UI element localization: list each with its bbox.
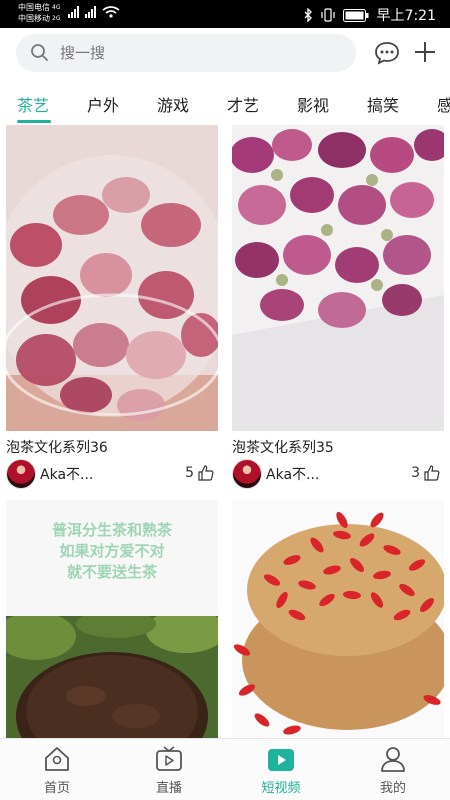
category-tabs: 茶艺 户外 游戏 才艺 影视 搞笑 感 [0, 86, 450, 124]
video-thumbnail[interactable]: 普洱分生茶和熟茶 如果对方爱不对 就不要送生茶 [6, 500, 218, 738]
carrier-info: 中国电信 4G 中国移动 2G [18, 2, 60, 24]
active-tab-indicator [17, 120, 51, 123]
video-card[interactable]: 普洱分生茶和熟茶 如果对方爱不对 就不要送生茶 [6, 500, 218, 738]
carrier-2: 中国移动 [18, 14, 50, 23]
status-bar: 中国电信 4G 中国移动 2G 早上7:21 [0, 0, 450, 28]
tab-outdoor[interactable]: 户外 [87, 92, 119, 116]
carrier-1-network: 4G [52, 4, 61, 11]
carrier-1: 中国电信 [18, 3, 50, 12]
nav-label: 短视频 [261, 781, 301, 796]
nav-label: 直播 [155, 781, 182, 796]
bluetooth-icon [304, 8, 312, 22]
tab-comedy[interactable]: 搞笑 [367, 92, 399, 116]
thumbs-up-icon[interactable] [424, 465, 440, 481]
video-thumbnail[interactable] [232, 125, 444, 431]
video-thumbnail[interactable] [6, 125, 218, 431]
person-icon [381, 747, 405, 772]
like-count[interactable]: 3 [411, 465, 440, 481]
author[interactable]: Aka不... [6, 459, 93, 489]
search-icon [31, 44, 48, 61]
nav-short-video[interactable]: 短视频 [236, 739, 326, 800]
video-card[interactable]: 泡茶文化系列35 Aka不... 3 [232, 125, 444, 490]
tab-tea-art[interactable]: 茶艺 [17, 92, 49, 116]
vibrate-icon [320, 8, 335, 22]
avatar[interactable] [232, 459, 262, 489]
signal-bars-icon [85, 6, 96, 18]
signal-group [68, 6, 120, 18]
clock: 早上7:21 [376, 8, 436, 24]
nav-live[interactable]: 直播 [124, 739, 214, 800]
play-icon [268, 749, 294, 771]
tv-icon [156, 746, 182, 771]
tab-partial[interactable]: 感 [437, 92, 450, 116]
nav-label: 我的 [379, 781, 406, 796]
wifi-icon [102, 6, 120, 18]
tab-film[interactable]: 影视 [297, 92, 329, 116]
dried-rosebuds-image [232, 125, 444, 431]
thumbs-up-icon[interactable] [198, 465, 214, 481]
nav-label: 首页 [43, 781, 70, 796]
carrier-2-network: 2G [52, 15, 61, 22]
author[interactable]: Aka不... [232, 459, 319, 489]
video-thumbnail[interactable] [232, 500, 444, 738]
like-count[interactable]: 5 [185, 465, 214, 481]
home-icon [45, 747, 69, 771]
pu-erh-tea-cake-image [6, 616, 218, 738]
tab-games[interactable]: 游戏 [157, 92, 189, 116]
message-icon[interactable] [374, 41, 400, 65]
search-input[interactable] [60, 34, 340, 72]
bottom-navigation: 首页 直播 短视频 我的 [0, 738, 450, 800]
signal-bars-icon [68, 6, 79, 18]
goji-berries-image [232, 500, 444, 738]
battery-icon [342, 8, 369, 22]
caption-line-2: 如果对方爱不对 [59, 542, 165, 560]
thumbnail-caption: 普洱分生茶和熟茶 如果对方爱不对 就不要送生茶 [6, 520, 218, 583]
author-name[interactable]: Aka不... [40, 464, 93, 484]
search-bar[interactable] [16, 34, 356, 72]
add-icon[interactable] [413, 40, 437, 64]
nav-profile[interactable]: 我的 [348, 739, 438, 800]
like-number: 5 [185, 465, 194, 481]
author-name[interactable]: Aka不... [266, 464, 319, 484]
avatar[interactable] [6, 459, 36, 489]
video-card[interactable] [232, 500, 444, 738]
nav-home[interactable]: 首页 [12, 739, 102, 800]
caption-line-3: 就不要送生茶 [66, 563, 157, 581]
caption-line-1: 普洱分生茶和熟茶 [51, 521, 172, 539]
tab-talent[interactable]: 才艺 [227, 92, 259, 116]
video-card[interactable]: 泡茶文化系列36 Aka不... 5 [6, 125, 218, 490]
rosebud-tea-image [6, 125, 218, 431]
video-title[interactable]: 泡茶文化系列35 [232, 437, 334, 457]
like-number: 3 [411, 465, 420, 481]
video-title[interactable]: 泡茶文化系列36 [6, 437, 108, 457]
